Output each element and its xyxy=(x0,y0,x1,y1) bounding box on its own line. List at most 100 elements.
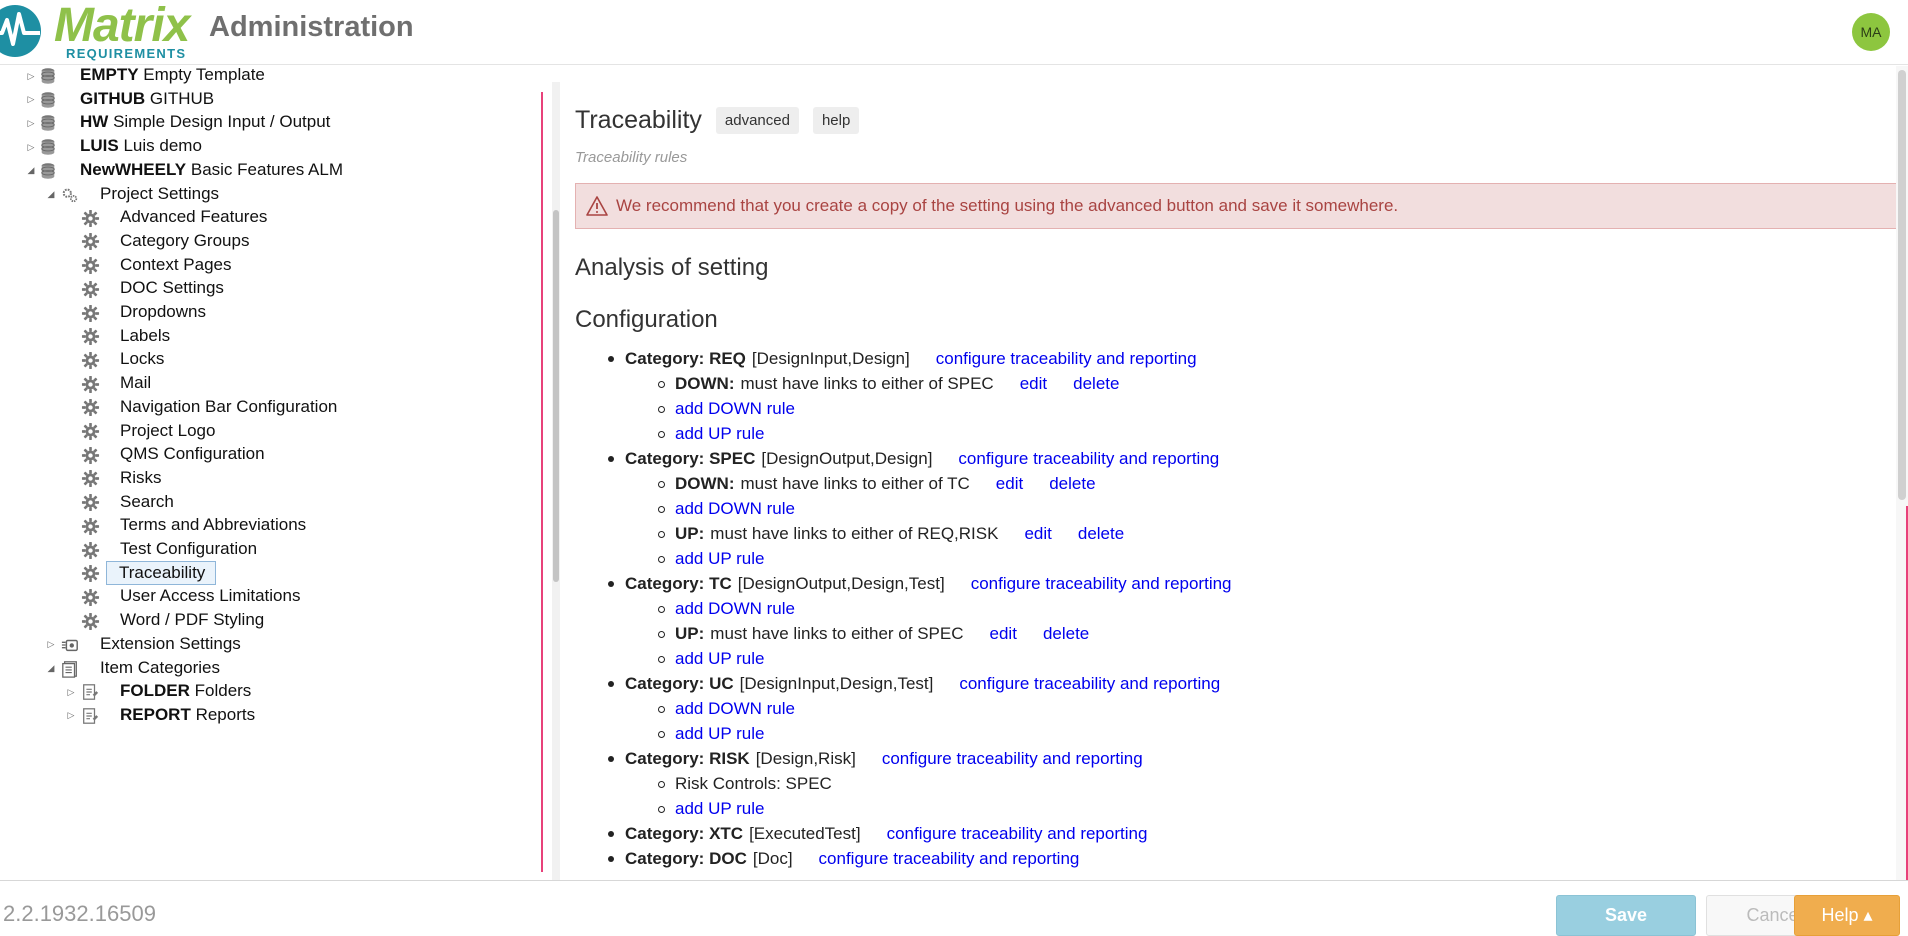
gear-icon xyxy=(80,374,100,394)
rule-text: must have links to either of SPEC xyxy=(740,374,994,393)
tree-item-name: Reports xyxy=(195,704,256,724)
page-subtitle: Traceability rules xyxy=(575,149,688,166)
tree-project-label: EMPTY Empty Template xyxy=(80,66,265,85)
add-down-rule-link[interactable]: add DOWN rule xyxy=(675,499,795,519)
category-groups: [DesignOutput,Design,Test] xyxy=(737,574,945,593)
category-label: Category: XTC xyxy=(625,824,744,843)
expanded-triangle-icon[interactable]: ◢ xyxy=(46,663,56,674)
category-groups: [DesignOutput,Design] xyxy=(761,449,933,468)
main-scrollbar-thumb[interactable] xyxy=(1898,70,1906,500)
expanded-triangle-icon[interactable]: ◢ xyxy=(26,165,36,176)
tree-folder-label: Item Categories xyxy=(100,657,220,677)
category-label: Category: TC xyxy=(625,574,732,593)
tree-folder-label: Extension Settings xyxy=(100,633,241,653)
category-uc: Category: UC [DesignInput,Design,Test] con… xyxy=(608,672,1220,696)
list-bullet xyxy=(658,656,665,663)
collapsed-triangle-icon[interactable]: ▷ xyxy=(26,118,36,128)
database-icon xyxy=(38,161,58,181)
rule-kind: UP: xyxy=(675,624,705,643)
collapsed-triangle-icon[interactable]: ▷ xyxy=(66,710,76,721)
collapsed-triangle-icon[interactable]: ▷ xyxy=(46,639,56,650)
configure-traceability-link[interactable]: configure traceability and reporting xyxy=(959,674,1220,694)
warning-alert: We recommend that you create a copy of t… xyxy=(575,183,1903,229)
collapsed-triangle-icon[interactable]: ▷ xyxy=(26,71,36,81)
add-down-rule-link[interactable]: add DOWN rule xyxy=(675,699,795,719)
collapsed-triangle-icon[interactable]: ▷ xyxy=(66,687,76,697)
tree-setting-label: QMS Configuration xyxy=(120,444,265,464)
add-down-rule-link[interactable]: add DOWN rule xyxy=(675,599,795,619)
logo-subtitle: REQUIREMENTS xyxy=(66,46,187,61)
down-rule-row: DOWN: must have links to either of TC edit… xyxy=(658,472,1096,496)
database-icon xyxy=(38,66,58,86)
list-bullet xyxy=(658,531,665,538)
database-icon xyxy=(38,90,58,110)
tree-item-code: REPORT xyxy=(120,704,191,724)
add-down-rule-row: add DOWN rule xyxy=(658,597,795,621)
tree-setting-label: Navigation Bar Configuration xyxy=(120,396,338,416)
add-up-rule-link[interactable]: add UP rule xyxy=(675,424,764,444)
tree-setting-label: Labels xyxy=(120,325,171,345)
list-bullet xyxy=(608,581,614,587)
tree-setting-label: Context Pages xyxy=(120,254,232,274)
tree-setting-label: DOC Settings xyxy=(120,278,224,298)
edit-rule-link[interactable]: edit xyxy=(990,624,1017,644)
edit-rule-link[interactable]: edit xyxy=(996,474,1023,494)
advanced-button[interactable]: advanced xyxy=(715,107,799,134)
category-document-icon xyxy=(80,682,100,702)
list-bullet xyxy=(608,831,614,837)
project-tree-sidebar: ▷ EMPTY Empty Template ▷ GITHUB GITHUB ▷ HW S… xyxy=(0,66,548,880)
risk-controls-row: Risk Controls: SPEC xyxy=(658,772,832,796)
list-bullet xyxy=(658,631,665,638)
add-down-rule-link[interactable]: add DOWN rule xyxy=(675,399,795,419)
tree-setting-label: User Access Limitations xyxy=(120,586,301,606)
tree-setting-label: Word / PDF Styling xyxy=(120,610,265,630)
configure-traceability-link[interactable]: configure traceability and reporting xyxy=(887,824,1148,844)
warning-triangle-icon xyxy=(586,196,608,216)
collapsed-triangle-icon[interactable]: ▷ xyxy=(26,94,36,105)
delete-rule-link[interactable]: delete xyxy=(1073,374,1119,394)
save-button[interactable]: Save xyxy=(1556,895,1696,936)
edit-rule-link[interactable]: edit xyxy=(1024,524,1051,544)
add-up-rule-link[interactable]: add UP rule xyxy=(675,724,764,744)
edit-rule-link[interactable]: edit xyxy=(1020,374,1047,394)
add-up-rule-link[interactable]: add UP rule xyxy=(675,649,764,669)
delete-rule-link[interactable]: delete xyxy=(1043,624,1089,644)
delete-rule-link[interactable]: delete xyxy=(1049,474,1095,494)
category-req: Category: REQ [DesignInput,Design] configu… xyxy=(608,347,1197,371)
list-bullet xyxy=(658,481,665,488)
category-groups: [Doc] xyxy=(752,849,793,868)
matrix-logo[interactable]: Matrix REQUIREMENTS xyxy=(0,0,205,62)
category-label: Category: RISK xyxy=(625,749,750,768)
add-up-rule-link[interactable]: add UP rule xyxy=(675,549,764,569)
rule-text: must have links to either of TC xyxy=(740,474,970,493)
help-chip-button[interactable]: help xyxy=(812,107,860,134)
gear-icon xyxy=(80,279,100,299)
list-bullet xyxy=(658,731,665,738)
configure-traceability-link[interactable]: configure traceability and reporting xyxy=(958,449,1219,469)
add-down-rule-row: add DOWN rule xyxy=(658,697,795,721)
sidebar-scrollbar-thumb[interactable] xyxy=(553,210,559,582)
help-button[interactable]: Help ▴ xyxy=(1794,895,1900,936)
user-avatar[interactable]: MA xyxy=(1852,13,1890,51)
collapsed-triangle-icon[interactable]: ▷ xyxy=(26,142,36,152)
list-bullet xyxy=(608,356,614,362)
tree-project-label: HW Simple Design Input / Output xyxy=(80,112,330,132)
add-up-rule-link[interactable]: add UP rule xyxy=(675,799,764,819)
list-bullet xyxy=(658,556,665,563)
gear-icon xyxy=(80,469,100,489)
expanded-triangle-icon[interactable]: ◢ xyxy=(46,189,56,200)
configure-traceability-link[interactable]: configure traceability and reporting xyxy=(971,574,1232,594)
configure-traceability-link[interactable]: configure traceability and reporting xyxy=(819,849,1080,869)
version-label: 2.2.1932.16509 xyxy=(3,901,156,926)
delete-rule-link[interactable]: delete xyxy=(1078,524,1124,544)
tree-item-code: FOLDER xyxy=(120,681,190,701)
category-groups: [ExecutedTest] xyxy=(749,824,861,843)
gear-icon xyxy=(80,516,100,536)
up-rule-row: UP: must have links to either of REQ,RISK… xyxy=(658,522,1124,546)
tree-folder-label: Project Settings xyxy=(100,183,220,203)
category-xtc: Category: XTC [ExecutedTest] configure tra… xyxy=(608,822,1148,846)
tree-setting-label: Test Configuration xyxy=(120,539,258,558)
configure-traceability-link[interactable]: configure traceability and reporting xyxy=(882,749,1143,769)
configure-traceability-link[interactable]: configure traceability and reporting xyxy=(936,349,1197,369)
tree-category-report[interactable]: ▷ REPORT Reports xyxy=(0,702,540,730)
